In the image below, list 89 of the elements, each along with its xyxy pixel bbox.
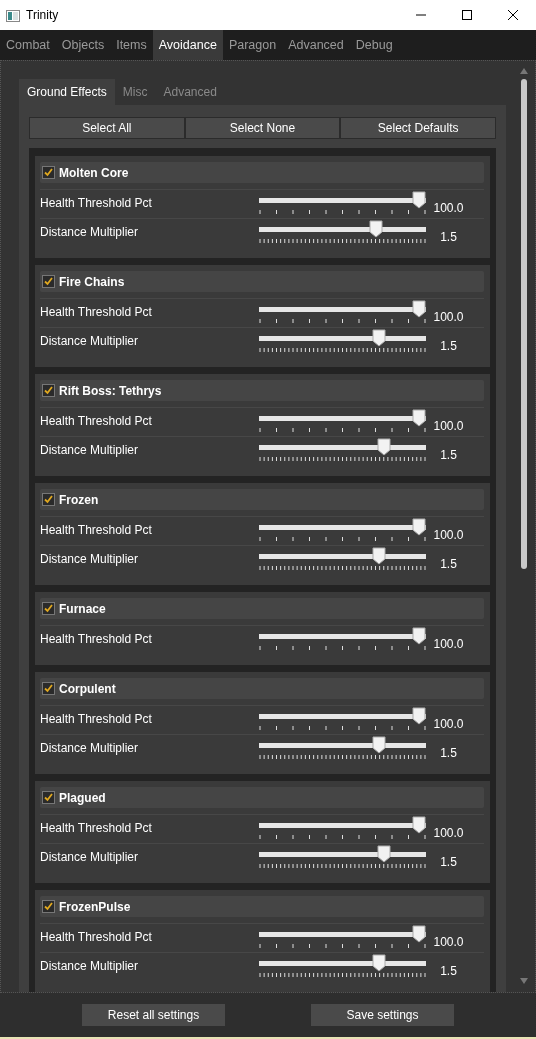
- checkbox[interactable]: [42, 682, 55, 695]
- checkbox[interactable]: [42, 602, 55, 615]
- tab[interactable]: Objects: [55, 30, 111, 60]
- setting-label: Health Threshold Pct: [40, 304, 153, 321]
- slider-thumb[interactable]: [412, 409, 426, 427]
- maximize-icon[interactable]: [462, 10, 472, 20]
- slider-thumb[interactable]: [412, 707, 426, 725]
- setting-label: Health Threshold Pct: [40, 711, 153, 728]
- setting-label: Distance Multiplier: [40, 958, 140, 975]
- setting-label: Distance Multiplier: [40, 740, 140, 757]
- group-title: Fire Chains: [59, 273, 125, 291]
- setting-label: Distance Multiplier: [40, 442, 140, 459]
- setting-label: Health Threshold Pct: [40, 413, 153, 430]
- save-button[interactable]: Save settings: [311, 1004, 454, 1026]
- close-icon[interactable]: [508, 10, 518, 20]
- select-button[interactable]: Select None: [184, 117, 341, 139]
- slider-value: 1.5: [439, 963, 458, 980]
- slider-track[interactable]: [259, 961, 426, 966]
- slider-thumb[interactable]: [412, 816, 426, 834]
- slider-thumb[interactable]: [372, 329, 387, 347]
- setting-label: Distance Multiplier: [40, 224, 140, 241]
- group-title: Furnace: [59, 600, 106, 618]
- checkbox[interactable]: [42, 275, 55, 288]
- group-title: Frozen: [59, 491, 99, 509]
- slider-track[interactable]: [259, 336, 426, 341]
- setting-label: Distance Multiplier: [40, 849, 140, 866]
- slider-track[interactable]: [259, 743, 426, 748]
- slider-value: 100.0: [432, 309, 465, 326]
- tab[interactable]: Misc: [114, 79, 156, 105]
- slider-value: 1.5: [439, 556, 458, 573]
- slider-thumb[interactable]: [412, 925, 426, 943]
- slider-thumb[interactable]: [412, 627, 426, 645]
- slider-thumb[interactable]: [369, 220, 384, 238]
- slider-value: 1.5: [439, 854, 458, 871]
- slider-value: 100.0: [432, 934, 465, 951]
- setting-label: Health Threshold Pct: [40, 522, 153, 539]
- slider-thumb[interactable]: [376, 438, 391, 456]
- slider-value: 1.5: [439, 338, 458, 355]
- select-button[interactable]: Select Defaults: [340, 117, 496, 139]
- slider-value: 100.0: [432, 527, 465, 544]
- tab[interactable]: Avoidance: [152, 30, 223, 60]
- setting-label: Distance Multiplier: [40, 333, 140, 350]
- slider-track[interactable]: [259, 852, 426, 857]
- slider-track[interactable]: [259, 554, 426, 559]
- group-title: Corpulent: [59, 680, 116, 698]
- checkbox[interactable]: [42, 493, 55, 506]
- slider-thumb[interactable]: [372, 954, 387, 972]
- slider-value: 100.0: [432, 825, 465, 842]
- setting-label: Health Threshold Pct: [40, 195, 153, 212]
- setting-label: Health Threshold Pct: [40, 929, 153, 946]
- reset-button[interactable]: Reset all settings: [82, 1004, 225, 1026]
- slider-value: 100.0: [432, 200, 465, 217]
- group-title: Rift Boss: Tethrys: [59, 382, 162, 400]
- slider-thumb[interactable]: [372, 736, 387, 754]
- setting-label: Distance Multiplier: [40, 551, 140, 568]
- slider-track[interactable]: [259, 227, 426, 232]
- slider-thumb[interactable]: [372, 547, 387, 565]
- select-button[interactable]: Select All: [29, 117, 185, 139]
- setting-label: Health Threshold Pct: [40, 631, 153, 648]
- slider-value: 100.0: [432, 716, 465, 733]
- group-title: Plagued: [59, 789, 106, 807]
- slider-value: 100.0: [432, 636, 465, 653]
- checkbox[interactable]: [42, 900, 55, 913]
- slider-track[interactable]: [259, 445, 426, 450]
- checkbox[interactable]: [42, 791, 55, 804]
- scrollbar-thumb[interactable]: [521, 79, 527, 569]
- slider-thumb[interactable]: [412, 191, 426, 209]
- slider-value: 100.0: [432, 418, 465, 435]
- slider-thumb[interactable]: [412, 518, 426, 536]
- tab[interactable]: Ground Effects: [19, 79, 115, 105]
- tab[interactable]: Paragon: [222, 30, 283, 60]
- tab[interactable]: Items: [110, 30, 153, 60]
- slider-thumb[interactable]: [412, 300, 426, 318]
- window-title: Trinity: [26, 7, 60, 24]
- scroll-up-icon[interactable]: [518, 67, 530, 75]
- checkbox[interactable]: [42, 384, 55, 397]
- group-title: Molten Core: [59, 164, 129, 182]
- tab[interactable]: Advanced: [282, 30, 350, 60]
- setting-label: Health Threshold Pct: [40, 820, 153, 837]
- tab[interactable]: Combat: [0, 30, 56, 60]
- tab[interactable]: Debug: [349, 30, 399, 60]
- slider-thumb[interactable]: [376, 845, 391, 863]
- slider-value: 1.5: [439, 229, 458, 246]
- slider-value: 1.5: [439, 745, 458, 762]
- checkbox[interactable]: [42, 166, 55, 179]
- tab[interactable]: Advanced: [155, 79, 225, 105]
- scroll-down-icon[interactable]: [518, 977, 530, 985]
- slider-value: 1.5: [439, 447, 458, 464]
- group-title: FrozenPulse: [59, 898, 131, 916]
